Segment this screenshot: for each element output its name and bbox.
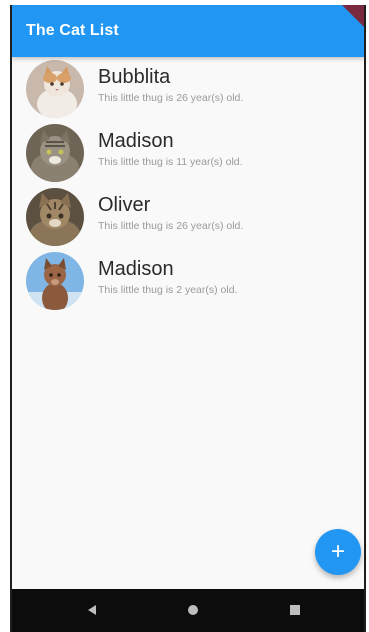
- cat-age-text: This little thug is 11 year(s) old.: [98, 156, 243, 168]
- cat-list-item[interactable]: Madison This little thug is 2 year(s) ol…: [12, 249, 364, 313]
- recents-square-icon[interactable]: [290, 605, 300, 615]
- cat-photo-brown-blue-sky-icon: [26, 252, 84, 310]
- cat-photo-orange-white-icon: [26, 60, 84, 118]
- cat-name: Madison: [98, 258, 174, 280]
- cat-list: Bubblita This little thug is 26 year(s) …: [12, 57, 364, 313]
- home-circle-icon[interactable]: [188, 605, 198, 615]
- add-icon: +: [330, 538, 345, 565]
- back-triangle-icon[interactable]: [88, 605, 96, 615]
- cat-name: Bubblita: [98, 66, 171, 88]
- cat-list-item[interactable]: Madison This little thug is 11 year(s) o…: [12, 121, 364, 185]
- cat-name: Madison: [98, 130, 174, 152]
- cat-avatar: [26, 124, 84, 182]
- cat-name: Oliver: [98, 194, 151, 216]
- cat-avatar: [26, 252, 84, 310]
- phone-screen: The Cat List Bubblita This little thug i…: [10, 5, 366, 632]
- cat-list-item[interactable]: Oliver This little thug is 26 year(s) ol…: [12, 185, 364, 249]
- cat-avatar: [26, 60, 84, 118]
- debug-banner-icon: [342, 5, 364, 27]
- cat-avatar: [26, 188, 84, 246]
- cat-age-text: This little thug is 26 year(s) old.: [98, 220, 244, 232]
- app-title: The Cat List: [26, 22, 119, 39]
- cat-age-text: This little thug is 26 year(s) old.: [98, 92, 244, 104]
- app-bar: The Cat List: [12, 5, 364, 57]
- add-cat-button[interactable]: +: [315, 529, 361, 575]
- cat-list-item[interactable]: Bubblita This little thug is 26 year(s) …: [12, 57, 364, 121]
- cat-photo-tabby-brown-icon: [26, 188, 84, 246]
- system-nav-bar: [12, 589, 364, 632]
- cat-photo-tabby-grey-icon: [26, 124, 84, 182]
- cat-age-text: This little thug is 2 year(s) old.: [98, 284, 238, 296]
